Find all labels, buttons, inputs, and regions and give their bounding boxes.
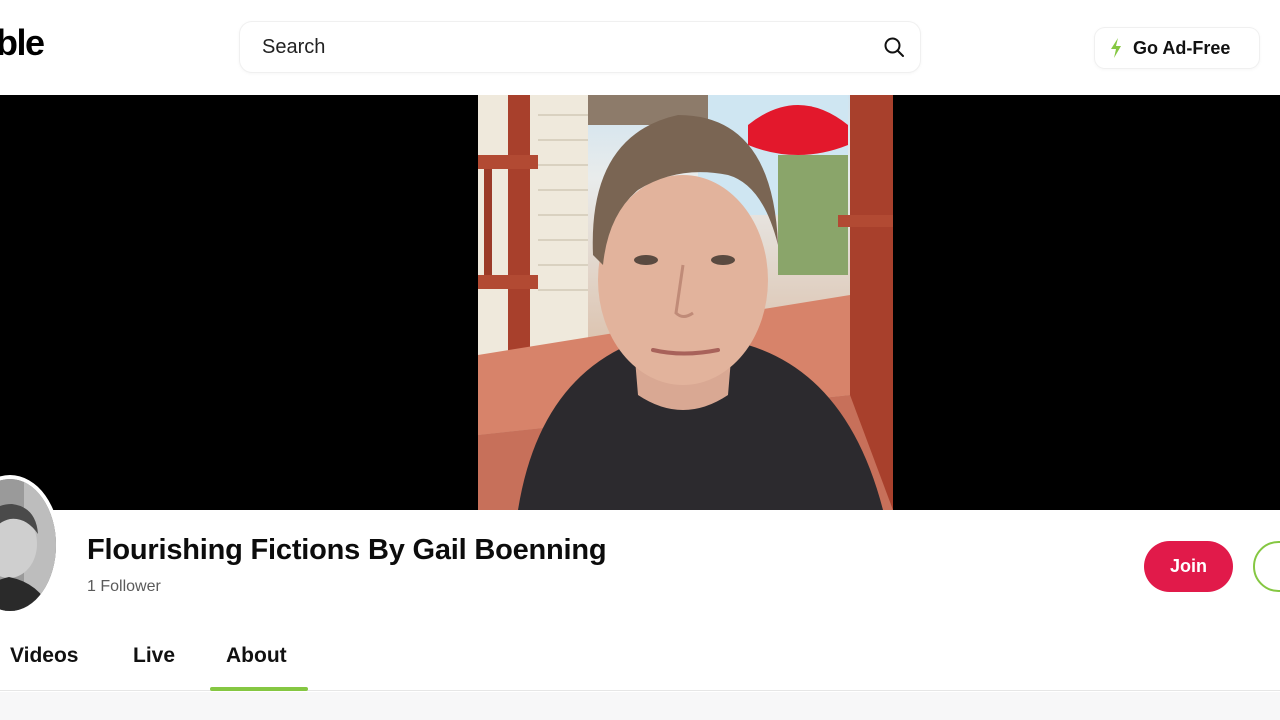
lightning-icon — [1111, 38, 1121, 58]
join-button[interactable]: Join — [1144, 541, 1233, 592]
active-tab-indicator — [210, 687, 308, 691]
search-icon[interactable] — [882, 35, 906, 59]
banner-photo — [478, 95, 893, 510]
search-box[interactable]: Search — [240, 22, 920, 72]
content-area — [0, 692, 1280, 720]
channel-info-bar — [0, 510, 1280, 625]
go-ad-free-label: Go Ad-Free — [1133, 37, 1231, 58]
top-header: ble Search Go Ad-Free — [0, 0, 1280, 95]
banner-portrait-image — [478, 95, 893, 510]
site-logo[interactable]: ble — [0, 22, 45, 64]
search-input[interactable]: Search — [262, 36, 325, 59]
tab-about[interactable]: About — [226, 644, 287, 668]
channel-name: Flourishing Fictions By Gail Boenning — [87, 534, 607, 566]
tab-live[interactable]: Live — [133, 644, 175, 668]
channel-banner — [0, 95, 1280, 510]
follower-count: 1 Follower — [87, 578, 161, 595]
tab-videos[interactable]: Videos — [10, 644, 78, 668]
channel-tabs: Videos Live About — [0, 625, 1280, 691]
go-ad-free-button[interactable]: Go Ad-Free — [1095, 28, 1259, 68]
